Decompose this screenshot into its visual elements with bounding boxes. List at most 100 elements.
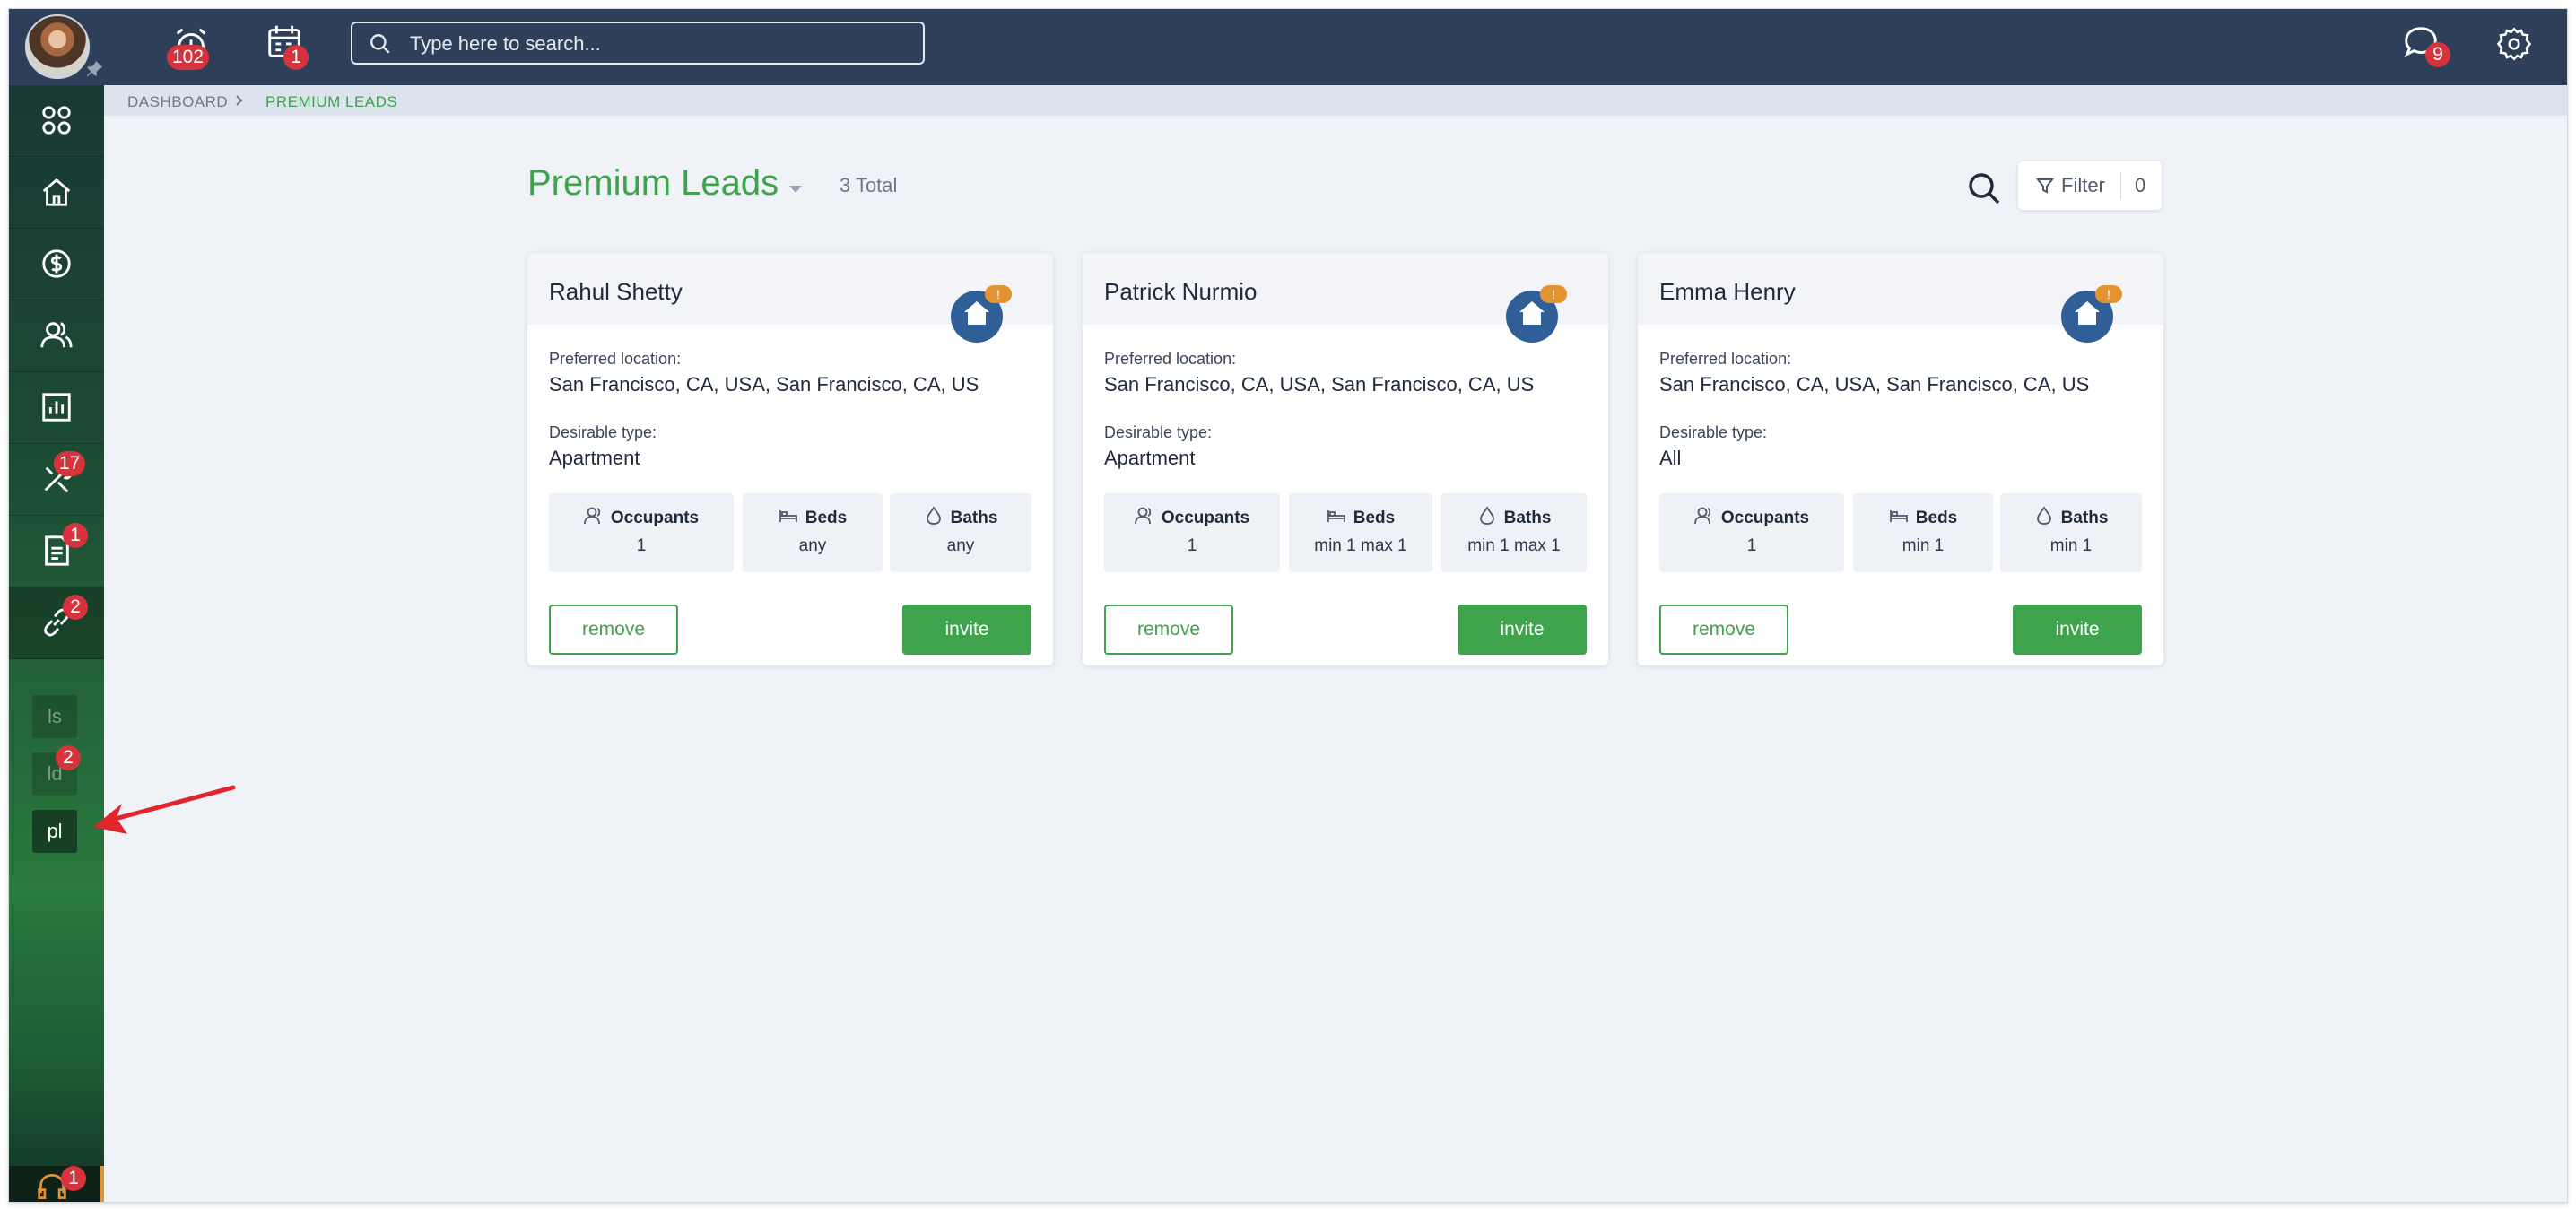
sidebar-badge: 2	[63, 595, 88, 620]
funnel-icon	[2036, 178, 2054, 194]
search-input[interactable]	[408, 29, 914, 59]
water-drop-icon	[2036, 506, 2051, 525]
alarm-badge: 102	[167, 45, 210, 70]
bed-icon	[779, 510, 797, 522]
sidebar: 17 1 2 ls ld 2 pl 1	[9, 85, 104, 1202]
sidebar-subitem-ls[interactable]: ls	[32, 695, 77, 738]
beds-label: Beds	[805, 509, 848, 527]
occupants-stat: Occupants 1	[1104, 493, 1280, 572]
sidebar-subitem-pl[interactable]: pl	[32, 810, 77, 853]
lead-card: Patrick Nurmio ! Preferred location: San…	[1083, 253, 1608, 665]
filter-divider	[2120, 172, 2121, 199]
beds-stat: Beds any	[743, 493, 883, 572]
sidebar-item-reports[interactable]	[9, 372, 104, 444]
pin-icon	[86, 60, 103, 77]
location-label: Preferred location:	[549, 350, 682, 368]
baths-value: min 1	[2049, 536, 2093, 555]
apps-grid-icon	[42, 106, 71, 135]
search-icon	[370, 34, 390, 54]
support-badge: 1	[61, 1166, 86, 1191]
sidebar-item-home[interactable]	[9, 157, 104, 229]
breadcrumb-current: PREMIUM LEADS	[265, 93, 398, 110]
bed-icon	[1889, 510, 1908, 522]
location-value: San Francisco, CA, USA, San Francisco, C…	[1104, 373, 1535, 396]
baths-stat: Baths any	[890, 493, 1031, 572]
sidebar-item-contacts[interactable]	[9, 300, 104, 372]
settings-gear-icon[interactable]	[2495, 25, 2533, 63]
occupants-label: Occupants	[610, 509, 700, 527]
baths-stat: Baths min 1	[2000, 493, 2142, 572]
users-icon	[40, 322, 73, 348]
support-accent	[100, 1166, 104, 1202]
beds-stat: Beds min 1	[1853, 493, 1993, 572]
location-value: San Francisco, CA, USA, San Francisco, C…	[549, 373, 979, 396]
baths-value: min 1 max 1	[1467, 536, 1561, 555]
occupants-stat: Occupants 1	[1659, 493, 1844, 572]
alert-badge: !	[1540, 285, 1567, 303]
search-icon[interactable]	[1966, 170, 2002, 206]
calendar-badge: 1	[283, 45, 309, 70]
water-drop-icon	[926, 506, 941, 525]
remove-button[interactable]: remove	[1104, 604, 1233, 655]
type-label: Desirable type:	[1104, 423, 1213, 441]
bed-icon	[1327, 510, 1345, 522]
beds-value: any	[798, 536, 827, 555]
occupants-label: Occupants	[1720, 509, 1810, 527]
alarm-button[interactable]: 102	[167, 9, 221, 85]
sidebar-item-apps[interactable]	[9, 85, 104, 157]
baths-value: any	[946, 536, 975, 555]
occupants-value: 1	[636, 536, 647, 555]
chat-button[interactable]: 9	[2395, 9, 2458, 85]
annotation-arrow-icon	[93, 785, 236, 834]
location-label: Preferred location:	[1659, 350, 1792, 368]
chevron-right-icon	[236, 95, 243, 106]
location-value: San Francisco, CA, USA, San Francisco, C…	[1659, 373, 2090, 396]
remove-button[interactable]: remove	[549, 604, 678, 655]
sidebar-item-leads[interactable]: 2	[9, 587, 104, 659]
type-value: Apartment	[549, 447, 640, 469]
lead-name: Emma Henry	[1659, 278, 1796, 305]
chat-badge: 9	[2425, 42, 2450, 67]
beds-label: Beds	[1915, 509, 1958, 527]
alert-badge: !	[2095, 285, 2122, 303]
house-icon	[964, 301, 989, 325]
type-label: Desirable type:	[1659, 423, 1768, 441]
baths-stat: Baths min 1 max 1	[1441, 493, 1587, 572]
page-title[interactable]: Premium Leads	[527, 163, 779, 204]
location-label: Preferred location:	[1104, 350, 1237, 368]
filter-button[interactable]: Filter 0	[2018, 161, 2162, 210]
person-icon	[583, 507, 601, 525]
invite-button[interactable]: invite	[2013, 604, 2142, 655]
person-icon	[1693, 507, 1711, 525]
type-value: Apartment	[1104, 447, 1196, 469]
lead-card: Emma Henry ! Preferred location: San Fra…	[1638, 253, 2163, 665]
calendar-button[interactable]: 1	[262, 9, 316, 85]
search-box[interactable]	[351, 22, 925, 65]
sidebar-item-documents[interactable]: 1	[9, 516, 104, 587]
total-count: 3 Total	[840, 174, 898, 196]
app-window: 102 1 9	[9, 9, 2567, 1202]
beds-value: min 1 max 1	[1314, 536, 1407, 555]
support-button[interactable]: 1	[9, 1166, 104, 1202]
sidebar-item-payments[interactable]	[9, 229, 104, 300]
alert-badge: !	[985, 285, 1012, 303]
breadcrumb-dashboard-link[interactable]: DASHBOARD	[127, 93, 228, 111]
dollar-icon	[42, 249, 71, 278]
lead-name: Rahul Shetty	[549, 278, 683, 305]
caret-down-icon[interactable]	[788, 184, 804, 195]
water-drop-icon	[1479, 506, 1494, 525]
filter-count: 0	[2135, 174, 2146, 196]
chart-icon	[42, 393, 71, 422]
invite-button[interactable]: invite	[902, 604, 1031, 655]
sidebar-item-maintenance[interactable]: 17	[9, 444, 104, 516]
type-value: All	[1659, 447, 1682, 469]
beds-stat: Beds min 1 max 1	[1289, 493, 1432, 572]
person-icon	[1134, 507, 1152, 525]
user-avatar[interactable]	[25, 14, 90, 79]
house-icon	[2075, 301, 2100, 325]
baths-label: Baths	[950, 509, 998, 527]
invite-button[interactable]: invite	[1458, 604, 1587, 655]
filter-label: Filter	[2061, 174, 2105, 196]
remove-button[interactable]: remove	[1659, 604, 1788, 655]
sidebar-subitem-badge: 2	[56, 745, 81, 770]
